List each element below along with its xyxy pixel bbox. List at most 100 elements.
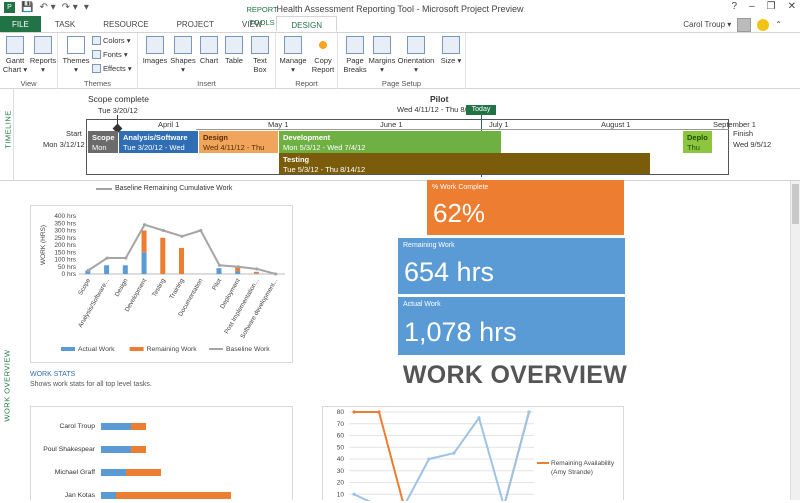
- tile-actual-work[interactable]: Actual Work 1,078 hrs: [398, 297, 625, 355]
- x-tick-label: Scope: [77, 277, 92, 296]
- tile-label: Actual Work: [403, 301, 441, 308]
- y-tick-label: 20: [337, 480, 345, 487]
- ribbon-collapse-icon[interactable]: ⌃: [775, 20, 782, 29]
- point-baseline-work: [217, 263, 222, 267]
- scrollbar-thumb[interactable]: [792, 184, 799, 224]
- group-label-insert: Insert: [197, 79, 216, 88]
- tab-resource[interactable]: RESOURCE: [89, 16, 162, 32]
- tab-file[interactable]: FILE: [0, 16, 41, 32]
- work-chart-panel[interactable]: 400 hrs 350 hrs 300 hrs 250 hrs 200 hrs 150 h…: [30, 205, 293, 363]
- x-tick-label: Software development...: [239, 277, 279, 340]
- timeline-bar-testing[interactable]: Testing Tue 5/3/12 - Thu 8/14/12: [279, 153, 650, 174]
- point-baseline-work: [161, 228, 165, 233]
- availability-chart-panel[interactable]: 80 70 60 50 40 30 20 10 Remaining Availability (A…: [322, 406, 624, 503]
- effects-button[interactable]: Effects ▾: [92, 64, 132, 73]
- series-point: [377, 410, 381, 414]
- group-label-themes: Themes: [83, 79, 112, 88]
- legend-label: Remaining Work: [147, 346, 198, 353]
- resource-stats-panel[interactable]: Carol Troup Poul Shakespear Michael Graff J…: [30, 406, 293, 500]
- reports-button[interactable]: Reports ▾: [29, 36, 57, 74]
- ribbon: Gantt Chart ▾ Reports ▾ View Themes ▾ Co…: [0, 33, 800, 89]
- tab-project[interactable]: PROJECT: [163, 16, 228, 32]
- tab-design[interactable]: DESIGN: [276, 16, 338, 32]
- resource-name: Poul Shakespear: [43, 446, 96, 453]
- timeline-bar-analysis[interactable]: Analysis/Software Tue 3/20/12 - Wed: [119, 131, 198, 153]
- timeline-bar-deployment[interactable]: Deplo Thu: [683, 131, 712, 153]
- timeline-pane[interactable]: TIMELINE Scope complete Tue 3/20/12 Pilo…: [0, 89, 800, 181]
- avatar[interactable]: [737, 17, 752, 32]
- manage-button[interactable]: Manage ▾: [278, 36, 308, 74]
- month-label: July 1: [489, 120, 509, 129]
- tile-percent-complete[interactable]: % Work Complete 62%: [427, 180, 624, 235]
- point-baseline-work: [199, 228, 203, 233]
- legend-label: Baseline Work: [226, 346, 270, 353]
- report-title[interactable]: WORK OVERVIEW: [400, 361, 630, 390]
- colors-button[interactable]: Colors ▾: [92, 36, 131, 45]
- resource-name: Jan Kotas: [65, 492, 96, 499]
- y-tick-label: 200 hrs: [54, 242, 76, 249]
- chart-legend-top: Baseline Remaining Cumulative Work: [96, 185, 232, 192]
- group-label-page-setup: Page Setup: [381, 79, 422, 88]
- help-button[interactable]: ?: [732, 1, 738, 12]
- timeline-bar-scope[interactable]: Scope Mon: [88, 131, 118, 153]
- y-tick-label: 60: [337, 433, 345, 440]
- vertical-scrollbar[interactable]: [790, 181, 800, 500]
- pilot-callout[interactable]: Pilot: [430, 94, 448, 104]
- scope-callout-date: Tue 3/20/12: [98, 106, 138, 115]
- user-account[interactable]: Carol Troup ▾ ⌃: [683, 16, 782, 33]
- y-tick-label: 100 hrs: [54, 257, 76, 264]
- orientation-button[interactable]: Orientation ▾: [396, 36, 436, 74]
- y-tick-label: 150 hrs: [54, 249, 76, 256]
- feedback-smile-icon[interactable]: [757, 18, 770, 31]
- minimize-button[interactable]: –: [749, 1, 755, 12]
- y-tick-label: 50: [337, 444, 345, 451]
- margins-button[interactable]: Margins ▾: [368, 36, 396, 74]
- timeline-bar-development[interactable]: Development Mon 5/3/12 - Wed 7/4/12: [279, 131, 501, 153]
- x-tick-label: Post Implementation...: [223, 277, 261, 335]
- legend-label: Actual Work: [78, 346, 115, 353]
- chart-button[interactable]: Chart: [198, 36, 220, 65]
- timeline-side-tab: TIMELINE: [0, 89, 14, 181]
- tile-value: 1,078 hrs: [404, 317, 517, 347]
- tab-task[interactable]: TASK: [41, 16, 89, 32]
- finish-label: Finish: [733, 129, 754, 138]
- page-breaks-button[interactable]: Page Breaks: [341, 36, 369, 74]
- images-button[interactable]: Images: [142, 36, 168, 65]
- timeline-bar-design[interactable]: Design Wed 4/11/12 - Thu: [199, 131, 278, 153]
- shapes-button[interactable]: Shapes ▾: [169, 36, 197, 74]
- group-label-report: Report: [295, 79, 318, 88]
- point-baseline-work: [255, 267, 259, 271]
- margins-icon: [373, 36, 391, 54]
- fonts-button[interactable]: Fonts ▾: [92, 50, 128, 59]
- series-point: [427, 457, 431, 461]
- series-point: [452, 451, 456, 455]
- text-box-icon: [251, 36, 269, 54]
- copy-report-button[interactable]: Copy Report: [309, 36, 337, 74]
- gantt-chart-button[interactable]: Gantt Chart ▾: [2, 36, 28, 74]
- legend-line-swatch: [96, 187, 112, 190]
- text-box-button[interactable]: Text Box: [248, 36, 272, 74]
- tile-remaining-work[interactable]: Remaining Work 654 hrs: [398, 238, 625, 294]
- resource-stats-chart: Carol Troup Poul Shakespear Michael Graff J…: [43, 423, 231, 499]
- restore-button[interactable]: ❐: [767, 1, 776, 12]
- close-button[interactable]: ✕: [788, 1, 796, 12]
- title-bar: P 💾 ↶ ▾ ↷ ▾ ▾ REPORT TOOLS Health Assess…: [0, 0, 800, 27]
- table-button[interactable]: Table: [222, 36, 246, 65]
- work-stats-description: Shows work stats for all top level tasks…: [30, 381, 152, 388]
- user-name[interactable]: Carol Troup ▾: [683, 20, 731, 29]
- bar-actual: [101, 423, 131, 430]
- tab-view[interactable]: VIEW: [228, 16, 276, 32]
- tile-value: 654 hrs: [404, 257, 495, 287]
- y-tick-label: 40: [337, 456, 345, 463]
- colors-icon: [92, 36, 101, 45]
- report-canvas[interactable]: WORK OVERVIEW Baseline Remaining Cumulat…: [0, 180, 800, 503]
- themes-button[interactable]: Themes ▾: [62, 36, 90, 74]
- size-button[interactable]: Size ▾: [439, 36, 463, 65]
- scope-callout[interactable]: Scope complete: [88, 94, 149, 104]
- y-tick-label: 70: [337, 421, 345, 428]
- point-baseline-work: [124, 256, 128, 260]
- orientation-icon: [407, 36, 425, 54]
- bar-remaining: [131, 446, 146, 453]
- bar-actual: [101, 446, 131, 453]
- month-label: April 1: [158, 120, 180, 129]
